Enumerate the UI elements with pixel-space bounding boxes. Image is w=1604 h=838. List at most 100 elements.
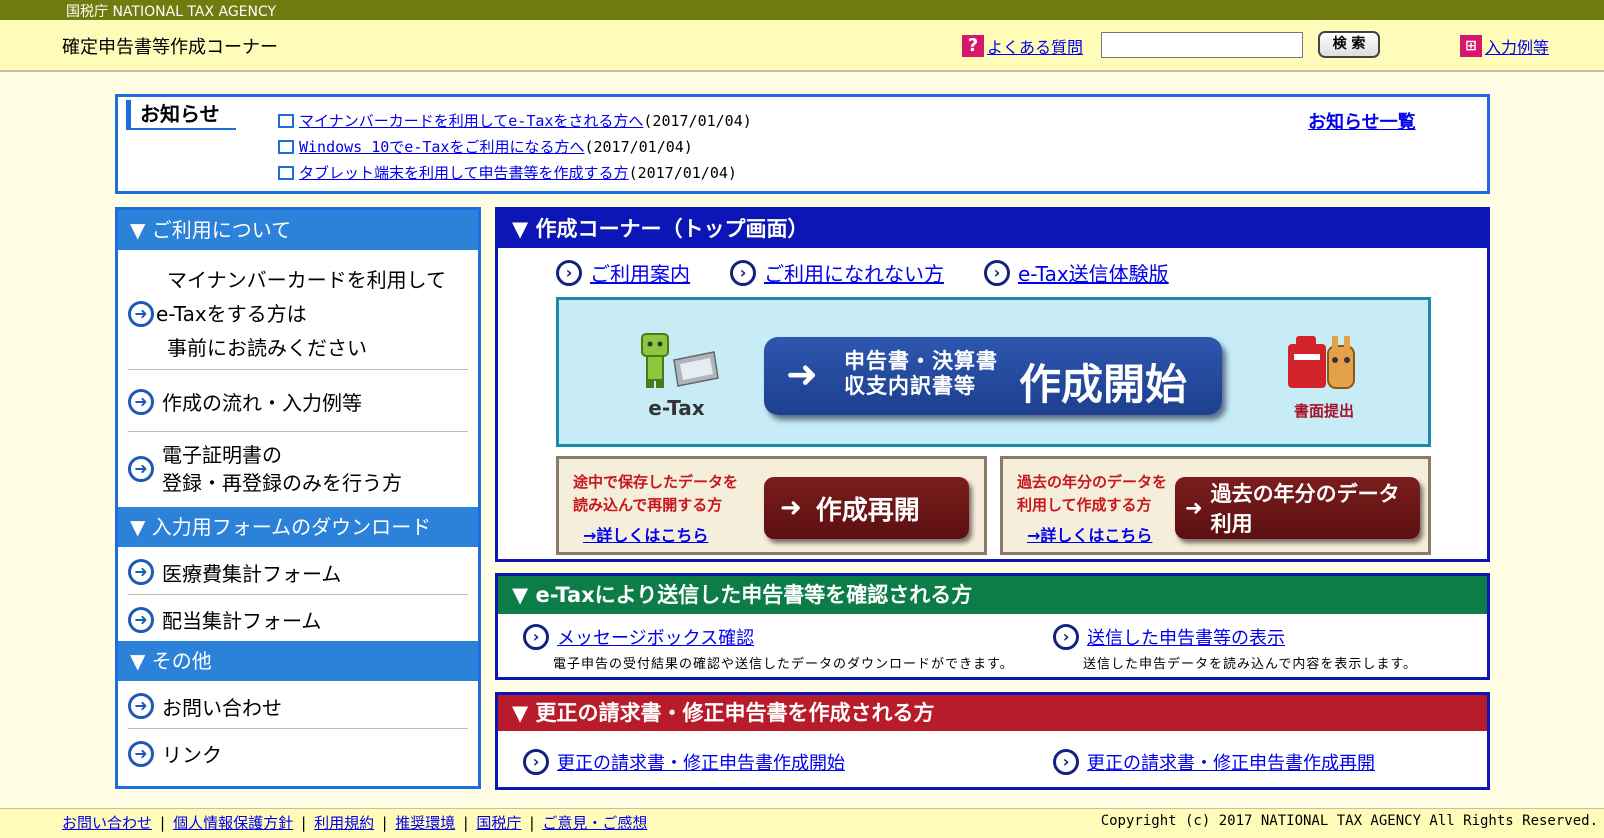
etax-trial-label[interactable]: e-Tax送信体験版 bbox=[1018, 258, 1169, 287]
etax-trial-link[interactable]: › e-Tax送信体験版 bbox=[984, 258, 1169, 287]
footer: お問い合わせ | 個人情報保護方針 | 利用規約 | 推奨環境 | 国税庁 | ご意見・ご感想 Co… bbox=[0, 808, 1604, 838]
confirm-panel: ▼ e-Taxにより送信した申告書等を確認される方 › メッセージボックス確認 … bbox=[495, 573, 1490, 680]
question-icon: ? bbox=[962, 35, 984, 57]
resume-desc: 読み込んで再開する方 bbox=[573, 496, 723, 514]
arrow-right-icon: ➜ bbox=[1185, 496, 1203, 520]
resume-desc: 途中で保存したデータを bbox=[573, 473, 739, 491]
notice-all-link[interactable]: お知らせ一覧 bbox=[1308, 108, 1416, 134]
examples-label[interactable]: 入力例等 bbox=[1485, 34, 1549, 58]
arrow-circle-icon: ➜ bbox=[128, 740, 154, 767]
etax-character-icon bbox=[640, 333, 719, 388]
notice-link[interactable]: タブレット端末を利用して申告書等を作成する方 bbox=[299, 162, 629, 183]
arrow-circle-icon: ➜ bbox=[128, 456, 154, 482]
sidebar-item-label: 登録・再登録のみを行う方 bbox=[162, 471, 402, 495]
footer-link-feedback[interactable]: ご意見・ご感想 bbox=[542, 814, 647, 832]
mailbox-icon bbox=[1288, 336, 1355, 389]
chevron-circle-icon: › bbox=[730, 259, 756, 286]
footer-link-contact[interactable]: お問い合わせ bbox=[62, 814, 152, 832]
footer-link-nta[interactable]: 国税庁 bbox=[476, 814, 521, 832]
usage-guide-link[interactable]: › ご利用案内 bbox=[556, 258, 690, 287]
resume-box: 途中で保存したデータを 読み込んで再開する方 ➜ 作成再開 →詳しくはこちら bbox=[556, 456, 987, 555]
etax-label: e-Tax bbox=[648, 396, 705, 420]
correction-panel-title: ▼ 更正の請求書・修正申告書を作成される方 bbox=[498, 695, 1487, 731]
footer-separator: | bbox=[382, 814, 388, 832]
past-desc: 過去の年分のデータを bbox=[1017, 473, 1168, 491]
correction-panel: ▼ 更正の請求書・修正申告書を作成される方 › 更正の請求書・修正申告書作成開始… bbox=[495, 692, 1490, 790]
sent-documents-link[interactable]: › 送信した申告書等の表示 bbox=[1053, 624, 1417, 650]
sidebar-item-contact[interactable]: ➜ お問い合わせ bbox=[128, 684, 468, 729]
agency-bar: 国税庁 NATIONAL TAX AGENCY bbox=[0, 0, 1604, 20]
unavailable-label[interactable]: ご利用になれない方 bbox=[764, 258, 944, 287]
footer-separator: | bbox=[529, 814, 535, 832]
main-panel-title: ▼ 作成コーナー（トップ画面） bbox=[498, 210, 1487, 248]
footer-link-environment[interactable]: 推奨環境 bbox=[395, 814, 455, 832]
chevron-circle-icon: › bbox=[1053, 624, 1079, 650]
chevron-circle-icon: › bbox=[556, 259, 582, 286]
message-box-link[interactable]: › メッセージボックス確認 bbox=[523, 624, 1014, 650]
notice-item: タブレット端末を利用して申告書等を作成する方 (2017/01/04) bbox=[278, 162, 737, 183]
sidebar-item-medical[interactable]: ➜ 医療費集計フォーム bbox=[128, 550, 468, 595]
sidebar-item-links[interactable]: ➜ リンク bbox=[128, 731, 468, 776]
correction-resume-link[interactable]: › 更正の請求書・修正申告書作成再開 bbox=[1053, 749, 1375, 775]
sidebar-item-certificate[interactable]: ➜ 電子証明書の 登録・再登録のみを行う方 bbox=[128, 434, 468, 504]
sidebar-item-flow[interactable]: ➜ 作成の流れ・入力例等 bbox=[128, 372, 468, 432]
arrow-right-icon: ➜ bbox=[786, 352, 818, 396]
message-box-item: › メッセージボックス確認 電子申告の受付結果の確認や送信したデータのダウンロー… bbox=[523, 624, 1014, 672]
past-data-button[interactable]: ➜ 過去の年分のデータ利用 bbox=[1175, 477, 1420, 539]
search-input[interactable] bbox=[1101, 32, 1303, 58]
sidebar-item-label: 作成の流れ・入力例等 bbox=[162, 391, 362, 415]
notice-date: (2017/01/04) bbox=[643, 111, 752, 130]
past-data-box: 過去の年分のデータを 利用して作成する方 ➜ 過去の年分のデータ利用 →詳しくは… bbox=[1000, 456, 1431, 555]
etax-mark: e-Tax bbox=[629, 330, 724, 420]
book-icon: ⊞ bbox=[1460, 35, 1482, 57]
start-button-line1: 申告書・決算書 bbox=[844, 349, 998, 373]
chevron-circle-icon: › bbox=[523, 624, 549, 650]
arrow-circle-icon: ➜ bbox=[128, 300, 154, 327]
arrow-circle-icon: ➜ bbox=[128, 693, 154, 719]
sidebar-section-other: ▼ その他 bbox=[118, 641, 478, 681]
sidebar-item-mynumber[interactable]: ➜ マイナンバーカードを利用して e-Taxをする方は 事前にお読みください bbox=[128, 258, 468, 370]
main-links: › ご利用案内 › ご利用になれない方 › e-Tax送信体験版 bbox=[556, 258, 1169, 287]
faq-label[interactable]: よくある質問 bbox=[987, 34, 1083, 58]
resume-button[interactable]: ➜ 作成再開 bbox=[764, 477, 969, 539]
notice-link[interactable]: マイナンバーカードを利用してe-Taxをされる方へ bbox=[299, 110, 643, 131]
sent-documents-label[interactable]: 送信した申告書等の表示 bbox=[1087, 624, 1285, 650]
sidebar-item-label: 電子証明書の bbox=[162, 443, 282, 467]
examples-link[interactable]: ⊞ 入力例等 bbox=[1460, 34, 1549, 58]
sidebar-item-label: 事前にお読みください bbox=[167, 335, 367, 360]
correction-start-link[interactable]: › 更正の請求書・修正申告書作成開始 bbox=[523, 749, 845, 775]
start-button[interactable]: ➜ 申告書・決算書 収支内訳書等 作成開始 bbox=[764, 337, 1222, 415]
paper-label: 書面提出 bbox=[1293, 402, 1354, 420]
usage-guide-label[interactable]: ご利用案内 bbox=[590, 258, 690, 287]
agency-name: 国税庁 NATIONAL TAX AGENCY bbox=[66, 4, 277, 20]
chevron-circle-icon: › bbox=[523, 749, 549, 775]
paper-mark: 書面提出 bbox=[1274, 330, 1374, 425]
sent-documents-item: › 送信した申告書等の表示 送信した申告データを読み込んで内容を表示します。 bbox=[1053, 624, 1417, 672]
start-button-line2: 収支内訳書等 bbox=[844, 374, 976, 398]
notice-box: お知らせ マイナンバーカードを利用してe-Taxをされる方へ (2017/01/… bbox=[115, 94, 1490, 194]
resume-details-link[interactable]: →詳しくはこちら bbox=[583, 522, 708, 546]
sidebar-item-dividend[interactable]: ➜ 配当集計フォーム bbox=[128, 597, 468, 642]
sidebar-item-label: 医療費集計フォーム bbox=[162, 561, 342, 586]
notice-item: Windows 10でe-Taxをご利用になる方へ (2017/01/04) bbox=[278, 136, 693, 157]
correction-start-label[interactable]: 更正の請求書・修正申告書作成開始 bbox=[557, 749, 845, 775]
arrow-circle-icon: ➜ bbox=[128, 388, 154, 415]
start-area: e-Tax ➜ 申告書・決算書 収支内訳書等 作成開始 書面提出 bbox=[556, 297, 1431, 447]
past-desc: 利用して作成する方 bbox=[1017, 496, 1152, 514]
sidebar-item-label: リンク bbox=[162, 743, 222, 767]
notice-link[interactable]: Windows 10でe-Taxをご利用になる方へ bbox=[299, 136, 584, 157]
start-button-label: 作成開始 bbox=[1019, 360, 1188, 409]
faq-link[interactable]: ? よくある質問 bbox=[962, 34, 1083, 58]
unavailable-link[interactable]: › ご利用になれない方 bbox=[730, 258, 944, 287]
copyright: Copyright (c) 2017 NATIONAL TAX AGENCY A… bbox=[1100, 813, 1598, 829]
search-button[interactable]: 検 索 bbox=[1318, 31, 1380, 58]
notice-date: (2017/01/04) bbox=[584, 137, 693, 156]
notice-title: お知らせ bbox=[126, 100, 236, 130]
past-details-link[interactable]: →詳しくはこちら bbox=[1027, 522, 1152, 546]
footer-links: お問い合わせ | 個人情報保護方針 | 利用規約 | 推奨環境 | 国税庁 | ご意見・ご感想 bbox=[62, 812, 647, 833]
correction-resume-label[interactable]: 更正の請求書・修正申告書作成再開 bbox=[1087, 749, 1375, 775]
message-box-label[interactable]: メッセージボックス確認 bbox=[557, 624, 754, 650]
footer-link-privacy[interactable]: 個人情報保護方針 bbox=[173, 814, 293, 832]
footer-link-terms[interactable]: 利用規約 bbox=[314, 814, 374, 832]
notice-date: (2017/01/04) bbox=[628, 163, 737, 182]
